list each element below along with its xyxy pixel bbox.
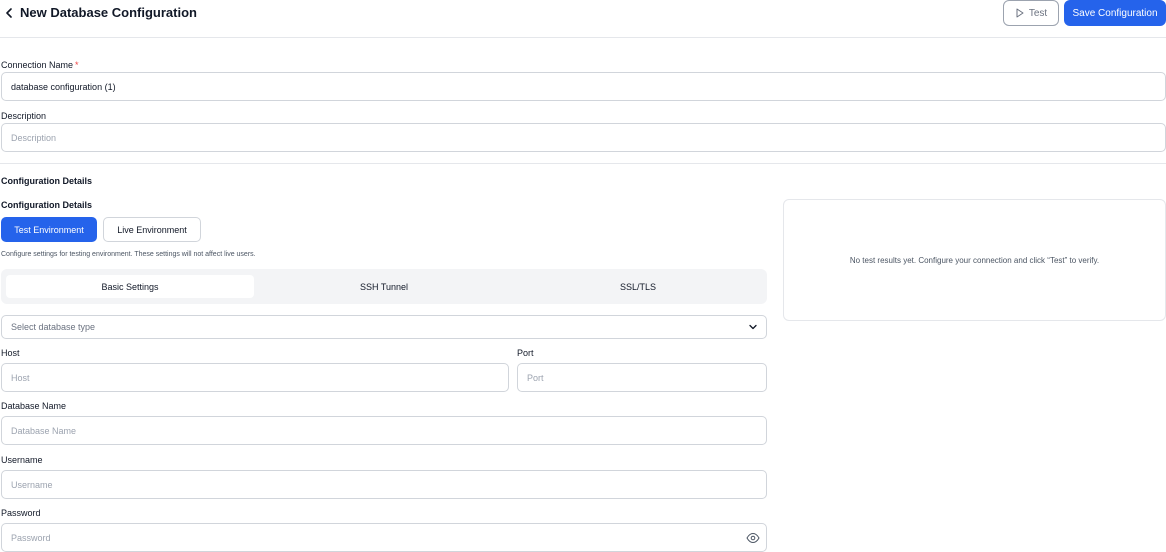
port-input[interactable]: Port xyxy=(517,363,767,392)
top-bar: New Database Configuration Test Save Con… xyxy=(0,0,1166,38)
description-input[interactable]: Description xyxy=(1,123,1166,152)
connection-name-label: Connection Name * xyxy=(1,59,79,71)
tab-basic-settings[interactable]: Basic Settings xyxy=(6,275,254,298)
test-results-empty-message: No test results yet. Configure your conn… xyxy=(849,255,1100,265)
tab-ssl-tls[interactable]: SSL/TLS xyxy=(514,275,762,298)
password-input[interactable]: Password xyxy=(1,523,767,552)
chevron-down-icon xyxy=(749,324,757,330)
eye-icon[interactable] xyxy=(746,532,760,544)
password-placeholder: Password xyxy=(11,532,51,543)
host-label: Host xyxy=(1,348,20,358)
page-title: New Database Configuration xyxy=(20,5,197,20)
description-label: Description xyxy=(1,111,47,121)
test-environment-button[interactable]: Test Environment xyxy=(1,217,97,242)
play-icon xyxy=(1016,8,1024,18)
save-configuration-button[interactable]: Save Configuration xyxy=(1064,0,1166,26)
database-type-select[interactable]: Select database type xyxy=(1,315,767,339)
test-results-panel: No test results yet. Configure your conn… xyxy=(783,199,1166,321)
section-divider xyxy=(0,163,1166,164)
password-label: Password xyxy=(1,508,41,518)
configuration-section-title: Configuration Details xyxy=(1,176,93,186)
back-chevron-icon xyxy=(6,8,12,18)
host-input[interactable]: Host xyxy=(1,363,509,392)
test-button-label: Test xyxy=(1028,7,1048,19)
back-button[interactable] xyxy=(2,5,16,21)
username-input[interactable]: Username xyxy=(1,470,767,499)
connection-name-input[interactable]: database configuration (1) xyxy=(1,72,1166,101)
connection-name-label-text: Connection Name xyxy=(1,60,74,70)
username-label: Username xyxy=(1,455,43,465)
configuration-subsection-title: Configuration Details xyxy=(1,200,93,210)
test-button[interactable]: Test xyxy=(1003,0,1059,26)
database-name-label: Database Name xyxy=(1,401,67,411)
port-label: Port xyxy=(517,348,534,358)
required-asterisk: * xyxy=(75,60,79,70)
live-environment-button[interactable]: Live Environment xyxy=(103,217,201,242)
database-type-placeholder: Select database type xyxy=(11,322,96,332)
settings-tabs: Basic Settings SSH Tunnel SSL/TLS xyxy=(1,269,767,304)
environment-helper-text: Configure settings for testing environme… xyxy=(1,251,256,258)
database-name-input[interactable]: Database Name xyxy=(1,416,767,445)
tab-ssh-tunnel[interactable]: SSH Tunnel xyxy=(260,275,508,298)
